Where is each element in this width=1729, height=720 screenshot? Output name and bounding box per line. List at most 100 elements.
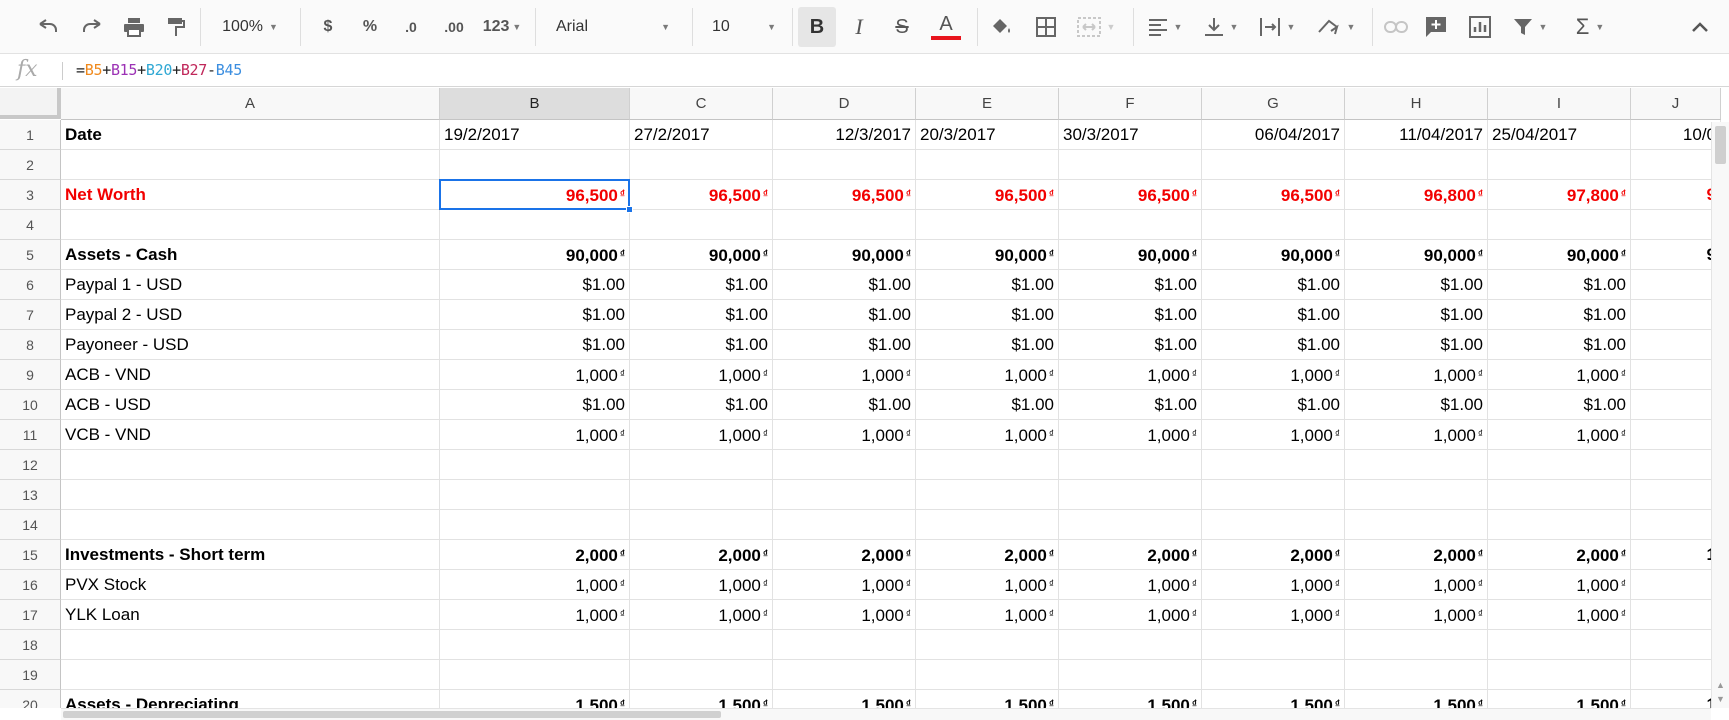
cell-i12[interactable] (1488, 450, 1631, 480)
cell-f18[interactable] (1059, 630, 1202, 660)
cell-j12[interactable] (1631, 450, 1721, 480)
format-currency-button[interactable]: $ (310, 7, 346, 47)
cell-e19[interactable] (916, 660, 1059, 690)
borders-button[interactable] (1028, 7, 1064, 47)
cell-e11[interactable]: 1,000 ₫ (916, 420, 1059, 450)
cell-c14[interactable] (630, 510, 773, 540)
cell-i16[interactable]: 1,000 ₫ (1488, 570, 1631, 600)
cell-j5[interactable]: 9 (1631, 240, 1721, 270)
cell-a15[interactable]: Investments - Short term (61, 540, 440, 570)
column-header-h[interactable]: H (1345, 88, 1488, 120)
cell-d5[interactable]: 90,000 ₫ (773, 240, 916, 270)
cell-g14[interactable] (1202, 510, 1345, 540)
formula-input[interactable]: =B5+B15+B20+B27-B45 (76, 61, 242, 79)
horizontal-scrollbar[interactable] (61, 708, 1711, 720)
cell-a9[interactable]: ACB - VND (61, 360, 440, 390)
cell-i19[interactable] (1488, 660, 1631, 690)
cell-d1[interactable]: 12/3/2017 (773, 120, 916, 150)
cell-i20[interactable]: 1,500 ₫ (1488, 690, 1631, 708)
print-button[interactable] (116, 7, 152, 47)
cell-h8[interactable]: $1.00 (1345, 330, 1488, 360)
cell-c12[interactable] (630, 450, 773, 480)
cell-j6[interactable] (1631, 270, 1721, 300)
cell-e2[interactable] (916, 150, 1059, 180)
cell-d9[interactable]: 1,000 ₫ (773, 360, 916, 390)
cell-c8[interactable]: $1.00 (630, 330, 773, 360)
cell-a2[interactable] (61, 150, 440, 180)
cell-i9[interactable]: 1,000 ₫ (1488, 360, 1631, 390)
cell-h14[interactable] (1345, 510, 1488, 540)
cell-c17[interactable]: 1,000 ₫ (630, 600, 773, 630)
cell-d20[interactable]: 1,500 ₫ (773, 690, 916, 708)
cell-g6[interactable]: $1.00 (1202, 270, 1345, 300)
cell-g1[interactable]: 06/04/2017 (1202, 120, 1345, 150)
cell-a18[interactable] (61, 630, 440, 660)
cell-g4[interactable] (1202, 210, 1345, 240)
merge-cells-button[interactable]: ▼ (1070, 7, 1122, 47)
row-header-5[interactable]: 5 (0, 240, 61, 270)
fill-color-button[interactable] (983, 7, 1019, 47)
cell-d18[interactable] (773, 630, 916, 660)
cell-j11[interactable]: ‘ (1631, 420, 1721, 450)
cell-h12[interactable] (1345, 450, 1488, 480)
cell-j4[interactable] (1631, 210, 1721, 240)
cell-j2[interactable] (1631, 150, 1721, 180)
cell-d13[interactable] (773, 480, 916, 510)
cell-f17[interactable]: 1,000 ₫ (1059, 600, 1202, 630)
undo-button[interactable] (30, 7, 66, 47)
cell-e8[interactable]: $1.00 (916, 330, 1059, 360)
cell-j10[interactable] (1631, 390, 1721, 420)
cell-h9[interactable]: 1,000 ₫ (1345, 360, 1488, 390)
cell-f3[interactable]: 96,500 ₫ (1059, 180, 1202, 210)
scroll-up-arrow-icon[interactable]: ▲ (1716, 680, 1725, 690)
cell-h10[interactable]: $1.00 (1345, 390, 1488, 420)
cell-i2[interactable] (1488, 150, 1631, 180)
column-header-g[interactable]: G (1202, 88, 1345, 120)
cell-e1[interactable]: 20/3/2017 (916, 120, 1059, 150)
cell-f7[interactable]: $1.00 (1059, 300, 1202, 330)
cell-b17[interactable]: 1,000 ₫ (440, 600, 630, 630)
cell-g19[interactable] (1202, 660, 1345, 690)
cell-i18[interactable] (1488, 630, 1631, 660)
cell-g12[interactable] (1202, 450, 1345, 480)
vertical-scroll-thumb[interactable] (1715, 126, 1726, 164)
cell-h15[interactable]: 2,000 ₫ (1345, 540, 1488, 570)
row-header-20[interactable]: 20 (0, 690, 61, 708)
cell-d11[interactable]: 1,000 ₫ (773, 420, 916, 450)
insert-comment-button[interactable] (1418, 7, 1454, 47)
cell-h6[interactable]: $1.00 (1345, 270, 1488, 300)
cell-a13[interactable] (61, 480, 440, 510)
cell-a10[interactable]: ACB - USD (61, 390, 440, 420)
text-wrapping-button[interactable]: ▼ (1252, 7, 1302, 47)
horizontal-align-button[interactable]: ▼ (1140, 7, 1190, 47)
cell-c19[interactable] (630, 660, 773, 690)
cell-f5[interactable]: 90,000 ₫ (1059, 240, 1202, 270)
cell-h5[interactable]: 90,000 ₫ (1345, 240, 1488, 270)
horizontal-scroll-thumb[interactable] (63, 711, 721, 718)
cell-g18[interactable] (1202, 630, 1345, 660)
cell-f15[interactable]: 2,000 ₫ (1059, 540, 1202, 570)
cell-a16[interactable]: PVX Stock (61, 570, 440, 600)
cell-b4[interactable] (440, 210, 630, 240)
cell-a8[interactable]: Payoneer - USD (61, 330, 440, 360)
row-header-17[interactable]: 17 (0, 600, 61, 630)
cell-f11[interactable]: 1,000 ₫ (1059, 420, 1202, 450)
cell-h19[interactable] (1345, 660, 1488, 690)
cell-b10[interactable]: $1.00 (440, 390, 630, 420)
select-all-corner[interactable] (0, 88, 61, 119)
cell-e9[interactable]: 1,000 ₫ (916, 360, 1059, 390)
column-header-d[interactable]: D (773, 88, 916, 120)
cell-i11[interactable]: 1,000 ₫ (1488, 420, 1631, 450)
cell-g17[interactable]: 1,000 ₫ (1202, 600, 1345, 630)
row-header-18[interactable]: 18 (0, 630, 61, 660)
zoom-select[interactable]: 100% ▼ (210, 7, 290, 47)
strikethrough-button[interactable]: S (884, 7, 920, 47)
cell-d19[interactable] (773, 660, 916, 690)
cell-f9[interactable]: 1,000 ₫ (1059, 360, 1202, 390)
cell-g9[interactable]: 1,000 ₫ (1202, 360, 1345, 390)
cell-f13[interactable] (1059, 480, 1202, 510)
cell-f1[interactable]: 30/3/2017 (1059, 120, 1202, 150)
cell-i14[interactable] (1488, 510, 1631, 540)
row-header-15[interactable]: 15 (0, 540, 61, 570)
cell-g10[interactable]: $1.00 (1202, 390, 1345, 420)
